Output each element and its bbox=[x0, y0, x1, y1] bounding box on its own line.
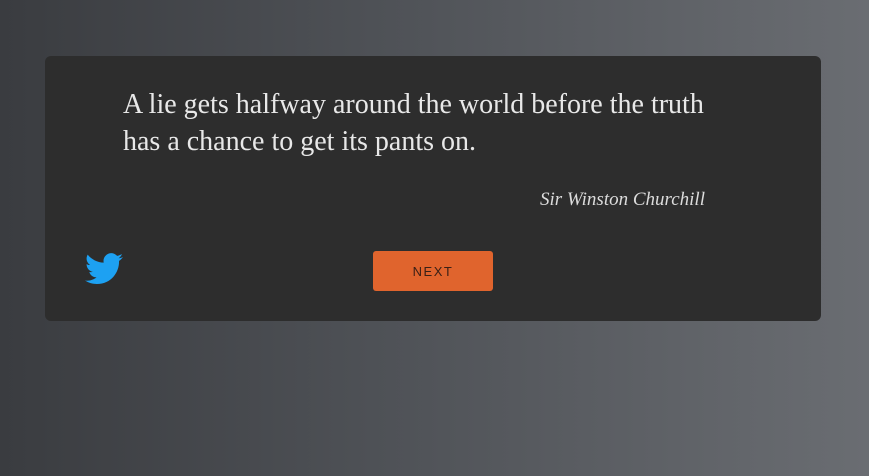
quote-author: Sir Winston Churchill bbox=[539, 189, 705, 210]
quote-text: A lie gets halfway around the world befo… bbox=[123, 89, 704, 157]
tweet-quote-button[interactable] bbox=[85, 253, 125, 287]
quote-card: A lie gets halfway around the world befo… bbox=[45, 56, 821, 321]
next-button[interactable]: NEXT bbox=[373, 251, 493, 291]
twitter-bird-icon bbox=[85, 253, 125, 285]
